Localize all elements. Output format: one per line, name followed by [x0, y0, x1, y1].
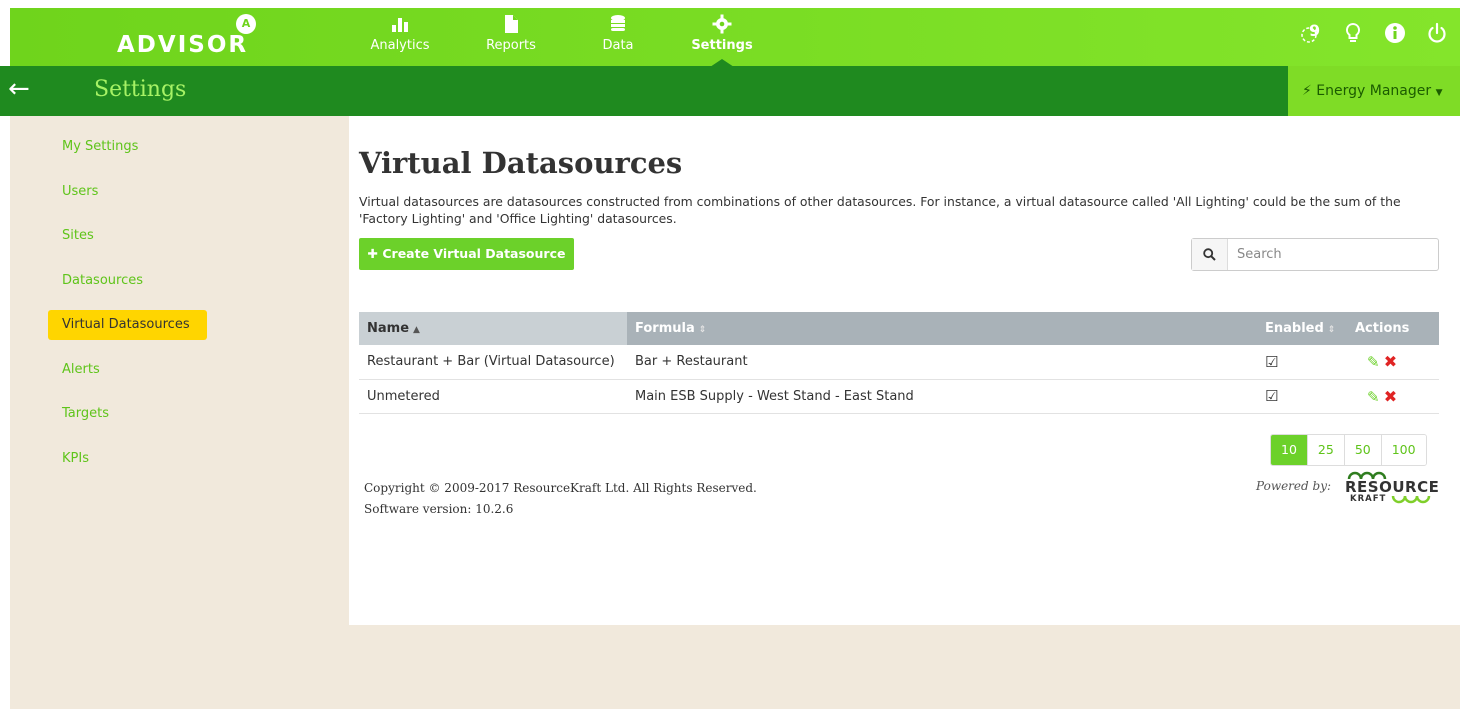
- sort-asc-icon: ▲: [413, 325, 420, 335]
- page-size-selector: 10 25 50 100: [1270, 434, 1427, 466]
- col-header-name-label: Name: [367, 321, 410, 336]
- file-icon: [476, 8, 546, 38]
- power-icon[interactable]: [1426, 22, 1448, 46]
- create-virtual-datasource-button[interactable]: ✚ Create Virtual Datasource: [359, 238, 574, 270]
- back-arrow-icon[interactable]: ←: [8, 76, 30, 102]
- sidebar-item-sites[interactable]: Sites: [48, 221, 248, 251]
- gear-icon: [684, 8, 760, 38]
- nav-data-label: Data: [602, 38, 634, 53]
- table-row: Unmetered Main ESB Supply - West Stand -…: [359, 379, 1439, 414]
- search-icon[interactable]: [1192, 239, 1228, 270]
- section-description: Virtual datasources are datasources cons…: [359, 194, 1401, 226]
- checkbox-checked-icon: ☑: [1265, 352, 1279, 371]
- sort-icon: ⇕: [698, 325, 707, 335]
- main-panel: Virtual Datasources Virtual datasources …: [349, 116, 1460, 625]
- cell-name: Restaurant + Bar (Virtual Datasource): [359, 345, 627, 380]
- cell-actions: ✎ ✖: [1347, 345, 1439, 380]
- sidebar-item-datasources[interactable]: Datasources: [48, 266, 248, 296]
- nav-reports-label: Reports: [486, 38, 536, 53]
- bar-chart-icon: [368, 8, 432, 38]
- page-title: Settings: [94, 77, 187, 102]
- copyright-text: Copyright © 2009-2017 ResourceKraft Ltd.…: [364, 481, 757, 495]
- search-input[interactable]: [1228, 239, 1438, 270]
- search-box: [1191, 238, 1439, 271]
- footer-copyright-block: Copyright © 2009-2017 ResourceKraft Ltd.…: [364, 478, 757, 520]
- plus-icon: ✚: [367, 246, 378, 261]
- nav-analytics-label: Analytics: [370, 38, 430, 53]
- database-icon: [588, 8, 648, 38]
- page-size-25[interactable]: 25: [1306, 435, 1344, 465]
- cell-enabled: ☑: [1257, 345, 1347, 380]
- col-header-formula-label: Formula: [635, 321, 695, 336]
- sidebar-item-virtual-datasources[interactable]: Virtual Datasources: [48, 310, 207, 340]
- nav-data[interactable]: Data: [588, 8, 648, 66]
- sidebar-item-targets[interactable]: Targets: [48, 399, 248, 429]
- notifications-count: 9: [1309, 21, 1321, 40]
- app-logo[interactable]: ADVISOR: [117, 32, 248, 58]
- role-label: Energy Manager: [1316, 83, 1432, 99]
- sidebar-item-my-settings[interactable]: My Settings: [48, 132, 248, 162]
- notifications-icon[interactable]: 9: [1300, 21, 1322, 46]
- col-header-enabled[interactable]: Enabled ⇕: [1257, 312, 1347, 345]
- role-dropdown[interactable]: ⚡ Energy Manager ▼: [1288, 66, 1460, 116]
- virtual-datasources-table: Name ▲ Formula ⇕ Enabled ⇕ Actions Restaura…: [359, 312, 1439, 414]
- bolt-icon: ⚡: [1302, 83, 1312, 99]
- table-header-row: Name ▲ Formula ⇕ Enabled ⇕ Actions: [359, 312, 1439, 345]
- cell-enabled: ☑: [1257, 379, 1347, 414]
- table-row: Restaurant + Bar (Virtual Datasource) Ba…: [359, 345, 1439, 380]
- title-bar: ← Settings ⚡ Energy Manager ▼: [0, 66, 1460, 116]
- checkbox-checked-icon: ☑: [1265, 387, 1279, 405]
- section-heading: Virtual Datasources: [359, 146, 683, 180]
- nav-reports[interactable]: Reports: [476, 8, 546, 66]
- page-size-50[interactable]: 50: [1343, 435, 1381, 465]
- sort-icon: ⇕: [1327, 325, 1336, 335]
- software-version: Software version: 10.2.6: [364, 502, 514, 516]
- edit-pencil-icon[interactable]: ✎: [1367, 353, 1380, 371]
- lightbulb-icon[interactable]: [1342, 22, 1364, 46]
- brand-sub-text: KRAFT: [1350, 494, 1387, 504]
- nav-analytics[interactable]: Analytics: [368, 8, 432, 66]
- page-size-100[interactable]: 100: [1380, 435, 1426, 465]
- nav-settings-label: Settings: [691, 38, 753, 53]
- nav-settings[interactable]: Settings: [684, 8, 760, 67]
- sidebar-item-users[interactable]: Users: [48, 177, 248, 207]
- cell-name: Unmetered: [359, 379, 627, 414]
- page-size-10[interactable]: 10: [1271, 435, 1307, 465]
- col-header-actions: Actions: [1347, 312, 1439, 345]
- resourcekraft-logo[interactable]: RESOURCE KRAFT: [1345, 468, 1439, 508]
- col-header-name[interactable]: Name ▲: [359, 312, 627, 345]
- top-navbar: ADVISOR A Analytics Reports Data Setting…: [10, 8, 1460, 67]
- caret-down-icon: ▼: [1435, 88, 1443, 98]
- info-icon[interactable]: [1384, 22, 1406, 46]
- cell-formula: Main ESB Supply - West Stand - East Stan…: [627, 379, 1257, 414]
- sidebar-item-kpis[interactable]: KPIs: [48, 444, 248, 474]
- logo-mark-icon: A: [236, 14, 256, 34]
- powered-by-label: Powered by:: [1256, 479, 1332, 493]
- delete-x-icon[interactable]: ✖: [1384, 387, 1397, 406]
- cell-formula: Bar + Restaurant: [627, 345, 1257, 380]
- col-header-enabled-label: Enabled: [1265, 321, 1324, 336]
- delete-x-icon[interactable]: ✖: [1384, 352, 1397, 371]
- cell-actions: ✎ ✖: [1347, 379, 1439, 414]
- col-header-formula[interactable]: Formula ⇕: [627, 312, 1257, 345]
- edit-pencil-icon[interactable]: ✎: [1367, 388, 1380, 406]
- create-button-label: Create Virtual Datasource: [382, 246, 566, 261]
- sidebar-item-alerts[interactable]: Alerts: [48, 355, 248, 385]
- top-right-icons: 9: [1300, 21, 1448, 46]
- settings-sidebar: My Settings Users Sites Datasources Virt…: [48, 132, 248, 488]
